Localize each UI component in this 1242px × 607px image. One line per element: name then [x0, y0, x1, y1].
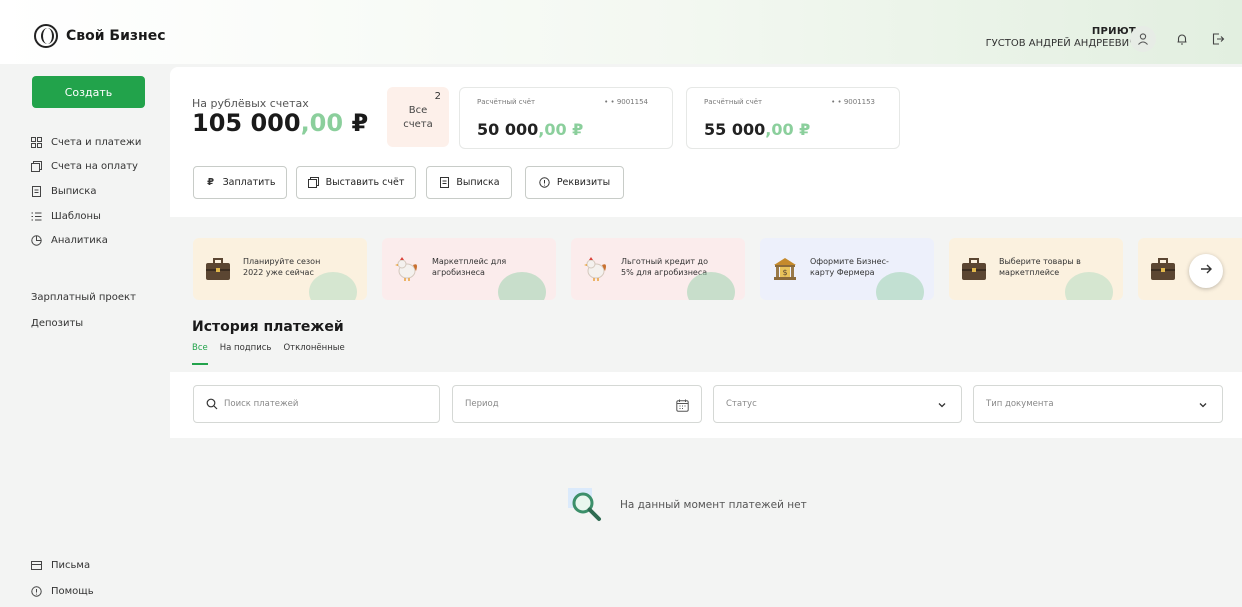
- document-type-select[interactable]: Тип документа: [973, 385, 1223, 423]
- info-icon: [539, 177, 551, 189]
- logout-icon[interactable]: [1208, 29, 1228, 49]
- ruble-icon: ₽: [207, 177, 215, 188]
- svg-text:$: $: [782, 268, 787, 277]
- empty-state: На данный момент платежей нет: [566, 486, 807, 524]
- total-balance: 105 000,00 ₽: [192, 109, 369, 137]
- promo-banner[interactable]: Льготный кредит до 5% для агробизнеса: [571, 238, 745, 300]
- account-card[interactable]: Расчётный счёт • • 9001154 50 000,00 ₽: [459, 87, 673, 149]
- tab-rejected[interactable]: Отклонённые: [283, 343, 344, 365]
- empty-message: На данный момент платежей нет: [620, 499, 807, 511]
- account-card[interactable]: Расчётный счёт • • 9001153 55 000,00 ₽: [686, 87, 900, 149]
- brand-name: Свой Бизнес: [66, 28, 166, 44]
- promo-banner[interactable]: Маркетплейс для агробизнеса: [382, 238, 556, 300]
- account-number: • • 9001154: [604, 98, 648, 106]
- invoice-icon: [30, 161, 42, 173]
- account-type: Расчётный счёт: [704, 98, 763, 106]
- account-number: • • 9001153: [831, 98, 875, 106]
- sidebar-item-statement[interactable]: Выписка: [30, 179, 141, 204]
- promo-banner[interactable]: Планируйте сезон 2022 уже сейчас: [193, 238, 367, 300]
- briefcase-icon: [959, 254, 989, 284]
- payment-history-title: История платежей: [192, 319, 344, 335]
- promo-carousel: Планируйте сезон 2022 уже сейчас Маркетп…: [170, 232, 1242, 304]
- sidebar-item-label: Помощь: [51, 585, 94, 597]
- pay-button[interactable]: ₽ Заплатить: [193, 166, 287, 199]
- issue-invoice-button[interactable]: Выставить счёт: [296, 166, 416, 199]
- user-icon[interactable]: [1130, 26, 1156, 52]
- search-input[interactable]: Поиск платежей: [193, 385, 440, 423]
- sidebar-nav: Счета и платежи Счета на оплату Выписка …: [30, 130, 141, 253]
- search-icon: [206, 398, 218, 410]
- rooster-icon: [581, 254, 611, 284]
- statement-icon: [438, 177, 450, 189]
- user-name: ГУСТОВ АНДРЕЙ АНДРЕЕВИЧ: [985, 38, 1136, 49]
- sidebar-item-analytics[interactable]: Аналитика: [30, 228, 141, 253]
- sidebar-item-invoices[interactable]: Счета на оплату: [30, 155, 141, 180]
- accounts-panel: На рублёвых счетах 105 000,00 ₽ 2 Все сч…: [170, 67, 1242, 217]
- magnifier-icon: [566, 486, 604, 524]
- account-type: Расчётный счёт: [477, 98, 536, 106]
- statement-button[interactable]: Выписка: [426, 166, 512, 199]
- sidebar-item-label: Выписка: [51, 185, 97, 197]
- mail-icon: [30, 559, 42, 571]
- grid-icon: [30, 136, 42, 148]
- calendar-icon[interactable]: [675, 398, 689, 412]
- list-icon: [30, 210, 42, 222]
- rooster-icon: [392, 254, 422, 284]
- invoice-icon: [308, 177, 320, 189]
- chevron-down-icon: [935, 398, 949, 412]
- pie-icon: [30, 235, 42, 247]
- sidebar-item-templates[interactable]: Шаблоны: [30, 204, 141, 229]
- sidebar-item-mail[interactable]: Письма: [30, 552, 94, 578]
- brand-logo-icon: [34, 24, 58, 48]
- tab-to-sign[interactable]: На подпись: [220, 343, 272, 365]
- history-tabs: Все На подпись Отклонённые: [192, 343, 345, 365]
- filter-panel: Поиск платежей Период Статус Тип докумен…: [170, 372, 1242, 438]
- sidebar-item-label: Письма: [51, 559, 91, 571]
- help-icon: [30, 585, 42, 597]
- promo-banner[interactable]: Выберите товары в маркетплейсе: [949, 238, 1123, 300]
- salary-project-link[interactable]: Зарплатный проект: [31, 292, 136, 303]
- chevron-down-icon: [1196, 398, 1210, 412]
- account-amount: 50 000,00 ₽: [477, 120, 584, 139]
- sidebar-item-label: Счета на оплату: [51, 161, 138, 173]
- org-name: ПРИЮТ: [1091, 26, 1136, 37]
- promo-banner[interactable]: $ Оформите Бизнес-карту Фермера: [760, 238, 934, 300]
- deposits-link[interactable]: Депозиты: [31, 318, 83, 329]
- account-amount: 55 000,00 ₽: [704, 120, 811, 139]
- sidebar-item-label: Аналитика: [51, 235, 108, 247]
- bank-icon: $: [770, 254, 800, 284]
- brand-logo[interactable]: Свой Бизнес: [34, 24, 166, 48]
- bell-icon[interactable]: [1172, 29, 1192, 49]
- all-accounts-button[interactable]: 2 Все счета: [387, 87, 449, 147]
- briefcase-icon: [1148, 254, 1178, 284]
- create-button[interactable]: Создать: [32, 76, 145, 108]
- arrow-right-icon: [1199, 262, 1213, 280]
- top-bar: Свой Бизнес ПРИЮТ ГУСТОВ АНДРЕЙ АНДРЕЕВИ…: [0, 0, 1242, 64]
- accounts-count: 2: [434, 91, 441, 102]
- sidebar-item-label: Шаблоны: [51, 210, 101, 222]
- status-select[interactable]: Статус: [713, 385, 962, 423]
- statement-icon: [30, 185, 42, 197]
- sidebar-item-accounts[interactable]: Счета и платежи: [30, 130, 141, 155]
- carousel-next-button[interactable]: [1189, 254, 1223, 288]
- requisites-button[interactable]: Реквизиты: [525, 166, 624, 199]
- user-info[interactable]: ПРИЮТ ГУСТОВ АНДРЕЙ АНДРЕЕВИЧ: [986, 26, 1136, 49]
- period-field[interactable]: Период: [452, 385, 702, 423]
- sidebar-item-label: Счета и платежи: [51, 136, 142, 148]
- sidebar: Создать Счета и платежи Счета на оплату …: [0, 64, 170, 607]
- sidebar-item-help[interactable]: Помощь: [30, 578, 94, 604]
- briefcase-icon: [203, 254, 233, 284]
- tab-all[interactable]: Все: [192, 343, 208, 365]
